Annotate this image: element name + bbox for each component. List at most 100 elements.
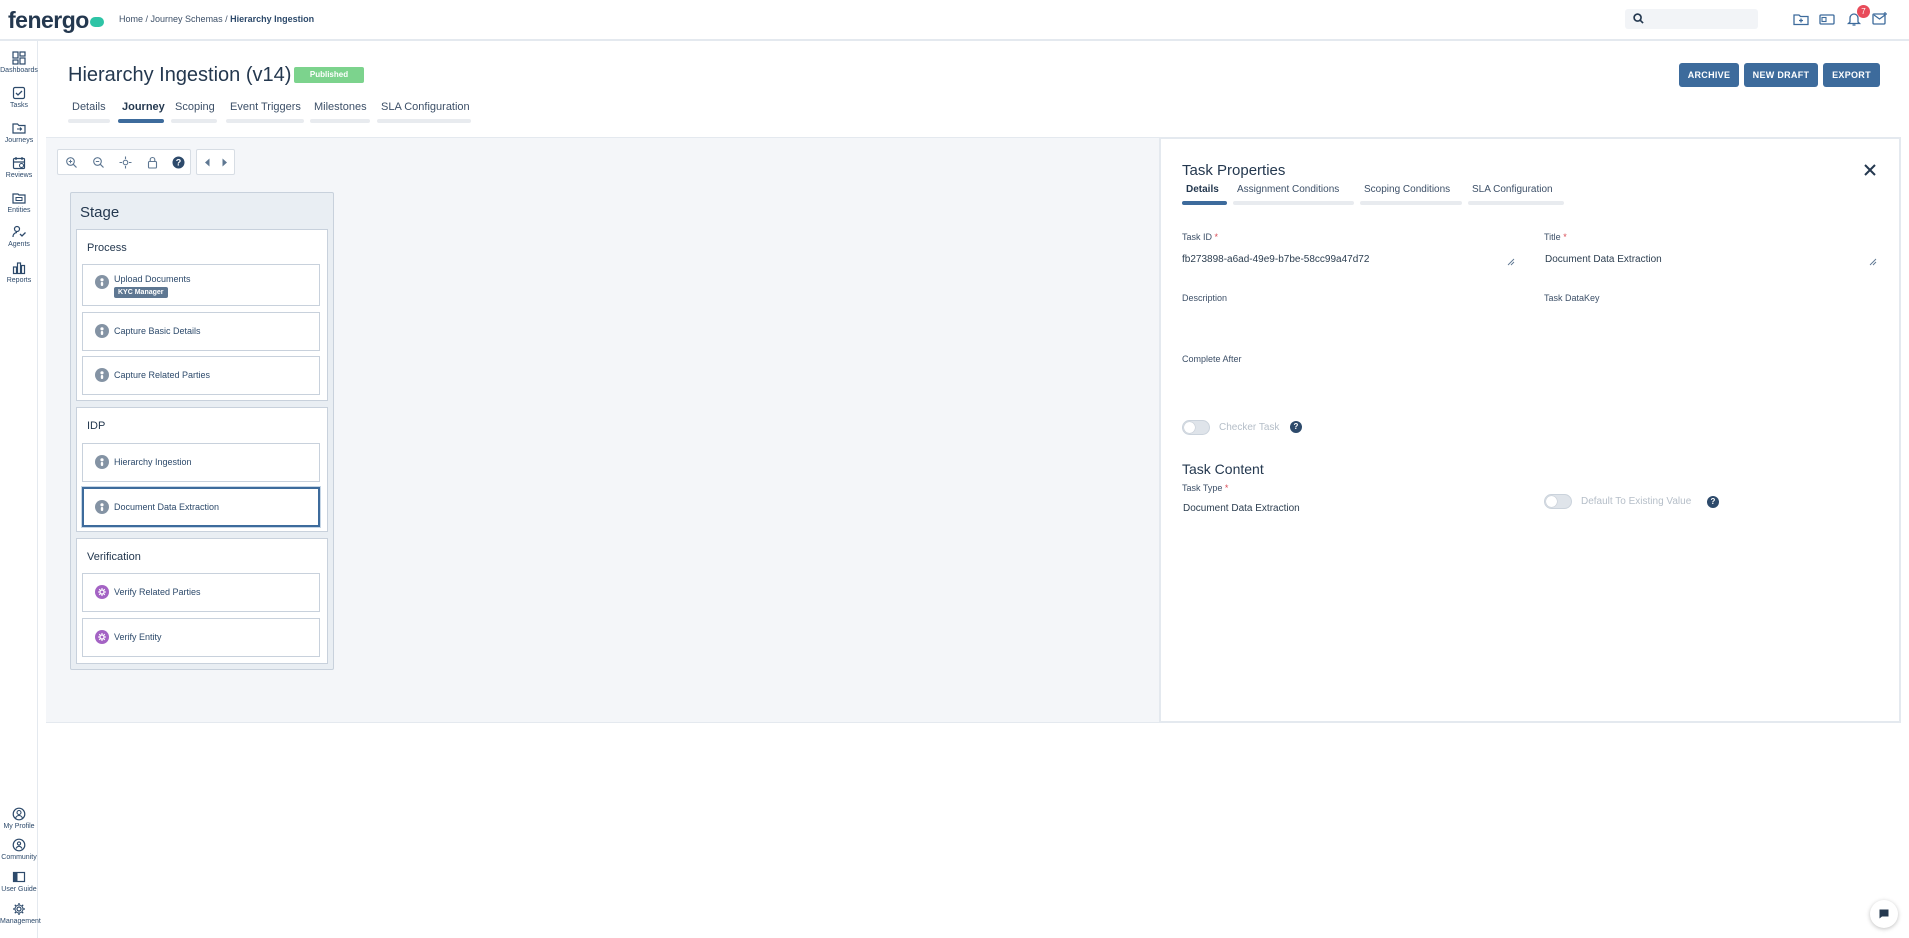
chevron-right-icon[interactable] xyxy=(218,156,231,169)
resize-grip-icon[interactable] xyxy=(1869,258,1877,266)
tab-journey[interactable]: Journey xyxy=(118,101,165,123)
task-id-label: Task ID * xyxy=(1182,232,1218,242)
label-text: Task ID xyxy=(1182,232,1213,242)
new-draft-button[interactable]: NEW DRAFT xyxy=(1744,63,1818,87)
stage-title: Stage xyxy=(80,204,120,221)
checker-task-toggle[interactable] xyxy=(1182,420,1210,435)
tab-underline xyxy=(1468,201,1564,205)
required-asterisk: * xyxy=(1224,483,1229,493)
resize-grip-icon[interactable] xyxy=(1507,258,1515,266)
complete-after-field[interactable] xyxy=(1182,367,1512,397)
folder-add-icon[interactable] xyxy=(1792,10,1810,28)
ptab-scoping-conditions[interactable]: Scoping Conditions xyxy=(1360,184,1462,205)
tab-label: Event Triggers xyxy=(230,101,301,113)
breadcrumb-separator: / xyxy=(222,14,231,24)
title-field[interactable]: Document Data Extraction xyxy=(1545,254,1662,265)
message-icon[interactable] xyxy=(1871,10,1889,28)
gear-icon xyxy=(13,903,25,915)
gear-task-icon xyxy=(95,630,109,644)
task-label: Hierarchy Ingestion xyxy=(114,457,192,467)
nav-dashboards[interactable]: Dashboards xyxy=(0,51,38,74)
export-button[interactable]: EXPORT xyxy=(1823,63,1880,87)
person-icon xyxy=(95,368,109,382)
close-icon[interactable] xyxy=(1862,162,1878,178)
tab-underline xyxy=(1360,201,1462,205)
task-upload-documents[interactable]: Upload Documents KYC Manager xyxy=(82,264,320,306)
notification-count-badge: 7 xyxy=(1857,5,1870,18)
complete-after-label: Complete After xyxy=(1182,354,1242,364)
nav-my-profile[interactable]: My Profile xyxy=(0,807,38,830)
required-asterisk: * xyxy=(1563,232,1567,242)
task-capture-basic-details[interactable]: Capture Basic Details xyxy=(82,312,320,351)
nav-reviews[interactable]: Reviews xyxy=(0,156,38,179)
chat-launcher-button[interactable] xyxy=(1870,900,1898,928)
task-id-field[interactable]: fb273898-a6ad-49e9-b7be-58cc99a47d72 xyxy=(1182,254,1369,265)
tab-milestones[interactable]: Milestones xyxy=(310,101,370,123)
ptab-sla-configuration[interactable]: SLA Configuration xyxy=(1468,184,1564,205)
person-icon xyxy=(95,455,109,469)
default-existing-value-toggle[interactable] xyxy=(1544,494,1572,509)
nav-management[interactable]: Management xyxy=(0,902,41,925)
nav-community[interactable]: Community xyxy=(0,838,38,861)
agents-icon xyxy=(12,225,26,238)
nav-reports[interactable]: Reports xyxy=(0,261,38,284)
task-datakey-label: Task DataKey xyxy=(1544,293,1600,303)
task-type-label: Task Type * xyxy=(1182,483,1228,493)
breadcrumb-home[interactable]: Home xyxy=(119,14,143,24)
tab-underline xyxy=(377,119,471,123)
canvas-toolbar: ? xyxy=(57,149,191,175)
lock-icon[interactable] xyxy=(146,156,159,169)
help-icon[interactable]: ? xyxy=(1290,421,1302,433)
required-asterisk: * xyxy=(1214,232,1219,242)
logo-text: fenergo xyxy=(8,7,89,33)
nav-agents[interactable]: Agents xyxy=(0,225,38,248)
tab-scoping[interactable]: Scoping xyxy=(171,101,217,123)
search-icon xyxy=(1633,13,1644,24)
tab-label: Milestones xyxy=(314,101,367,113)
task-label: Document Data Extraction xyxy=(114,502,220,512)
nav-label: Community xyxy=(1,854,37,861)
tab-details[interactable]: Details xyxy=(68,101,110,123)
zoom-in-icon[interactable] xyxy=(65,156,78,169)
nav-label: My Profile xyxy=(3,823,35,830)
breadcrumb: Home / Journey Schemas / Hierarchy Inges… xyxy=(119,14,314,24)
ptab-details[interactable]: Details xyxy=(1182,184,1227,205)
community-icon xyxy=(12,838,26,852)
fit-view-icon[interactable] xyxy=(119,156,132,169)
task-type-value: Document Data Extraction xyxy=(1183,503,1300,514)
nav-user-guide[interactable]: User Guide xyxy=(0,870,38,893)
ptab-assignment-conditions[interactable]: Assignment Conditions xyxy=(1233,184,1354,205)
tab-event-triggers[interactable]: Event Triggers xyxy=(226,101,304,123)
breadcrumb-journey-schemas[interactable]: Journey Schemas xyxy=(151,14,223,24)
nav-label: Journeys xyxy=(4,137,34,144)
group-title: Verification xyxy=(87,551,141,563)
help-icon[interactable]: ? xyxy=(1707,496,1719,508)
person-icon xyxy=(95,324,109,338)
help-icon[interactable]: ? xyxy=(172,156,185,169)
task-capture-related-parties[interactable]: Capture Related Parties xyxy=(82,356,320,395)
task-label: Capture Related Parties xyxy=(114,370,211,380)
nav-label: User Guide xyxy=(1,886,37,893)
zoom-out-icon[interactable] xyxy=(92,156,105,169)
card-icon[interactable] xyxy=(1818,10,1836,28)
canvas-nav-toolbar xyxy=(196,149,235,175)
chevron-left-icon[interactable] xyxy=(201,156,214,169)
search-input[interactable] xyxy=(1625,9,1758,29)
description-field[interactable] xyxy=(1182,306,1512,336)
nav-journeys[interactable]: Journeys xyxy=(0,121,38,144)
tab-sla-configuration[interactable]: SLA Configuration xyxy=(377,101,471,123)
archive-button[interactable]: ARCHIVE xyxy=(1679,63,1739,87)
fenergo-logo[interactable]: fenergo xyxy=(8,7,104,34)
nav-tasks[interactable]: Tasks xyxy=(0,86,38,109)
svg-text:?: ? xyxy=(176,158,182,168)
status-badge: Published xyxy=(294,67,364,83)
task-hierarchy-ingestion[interactable]: Hierarchy Ingestion xyxy=(82,443,320,482)
task-document-data-extraction[interactable]: Document Data Extraction xyxy=(82,487,320,527)
person-icon xyxy=(95,275,109,289)
task-datakey-field[interactable] xyxy=(1544,306,1874,336)
task-verify-related-parties[interactable]: Verify Related Parties xyxy=(82,573,320,612)
task-verify-entity[interactable]: Verify Entity xyxy=(82,618,320,657)
tasks-icon xyxy=(12,86,26,100)
reports-icon xyxy=(12,262,26,275)
nav-entities[interactable]: Entities xyxy=(0,191,38,214)
